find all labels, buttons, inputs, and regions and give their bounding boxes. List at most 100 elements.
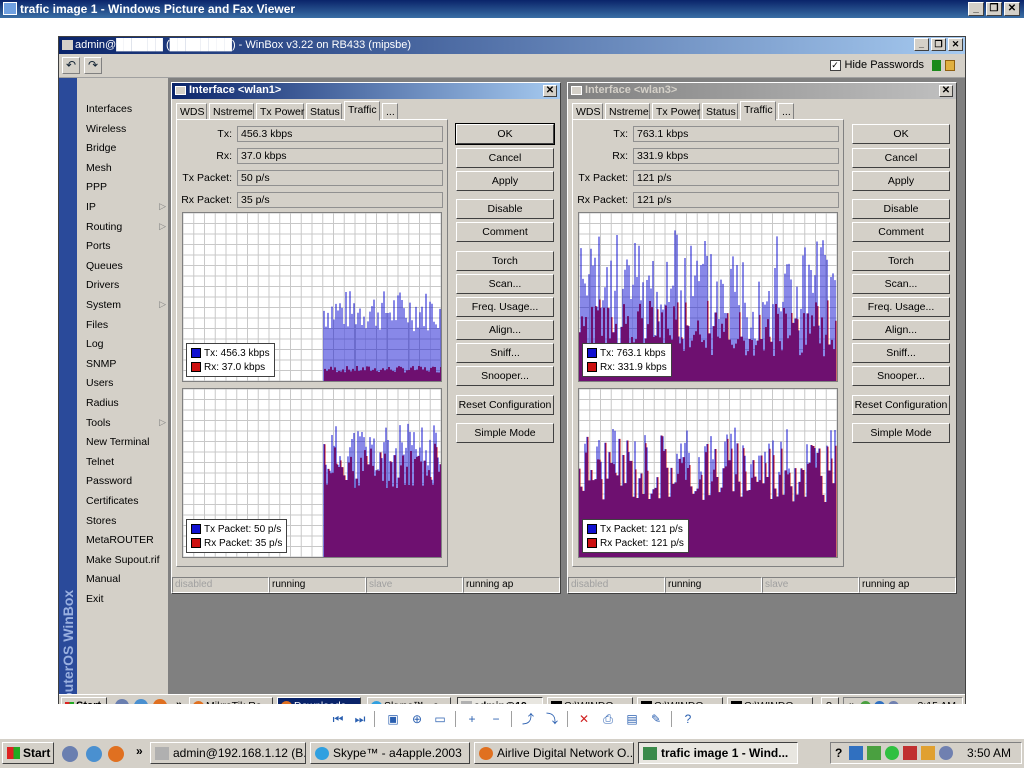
rotate-clockwise-icon[interactable]: ⤴	[519, 710, 537, 728]
torch-button[interactable]: Torch	[456, 251, 554, 271]
menu-item-queues[interactable]: Queues	[86, 260, 166, 272]
cancel-button[interactable]: Cancel	[456, 148, 554, 168]
simple-mode-button[interactable]: Simple Mode	[456, 423, 554, 443]
tab-wds[interactable]: WDS	[572, 103, 603, 120]
cancel-button[interactable]: Cancel	[852, 148, 950, 168]
torch-button[interactable]: Torch	[852, 251, 950, 271]
close-button[interactable]: ✕	[1004, 2, 1020, 16]
redo-button[interactable]: ↷	[84, 57, 102, 74]
next-image-icon[interactable]: ⏭	[351, 710, 369, 728]
align-button[interactable]: Align...	[456, 320, 554, 340]
menu-item-system[interactable]: System ▷	[86, 299, 166, 311]
menu-item-users[interactable]: Users	[86, 377, 166, 389]
zoom-out-icon[interactable]: −	[487, 710, 505, 728]
disable-button[interactable]: Disable	[456, 199, 554, 219]
minimize-button[interactable]: _	[968, 2, 984, 16]
comment-button[interactable]: Comment	[852, 222, 950, 242]
menu-item-interfaces[interactable]: Interfaces	[86, 103, 166, 115]
snooper-button[interactable]: Snooper...	[456, 366, 554, 386]
menu-item-ip[interactable]: IP ▷	[86, 201, 166, 213]
help-icon[interactable]: ?	[679, 710, 697, 728]
dialog-close-button[interactable]: ✕	[543, 85, 557, 97]
menu-item-bridge[interactable]: Bridge	[86, 142, 166, 154]
restore-button[interactable]: ❐	[986, 2, 1002, 16]
print-icon[interactable]: ⎙	[599, 710, 617, 728]
best-fit-icon[interactable]: ▣	[384, 710, 402, 728]
menu-item-snmp[interactable]: SNMP	[86, 358, 166, 370]
menu-item-manual[interactable]: Manual	[86, 573, 166, 585]
menu-item-routing[interactable]: Routing ▷	[86, 221, 166, 233]
menu-item-tools[interactable]: Tools ▷	[86, 417, 166, 429]
tab-more[interactable]: ...	[778, 103, 794, 120]
security-icon[interactable]	[885, 746, 899, 760]
menu-item-certificates[interactable]: Certificates	[86, 495, 166, 507]
scan-button[interactable]: Scan...	[852, 274, 950, 294]
menu-item-ppp[interactable]: PPP	[86, 181, 166, 193]
menu-item-log[interactable]: Log	[86, 338, 166, 350]
freq-usage-button[interactable]: Freq. Usage...	[852, 297, 950, 317]
align-button[interactable]: Align...	[852, 320, 950, 340]
sniff-button[interactable]: Sniff...	[852, 343, 950, 363]
tab-traffic[interactable]: Traffic	[740, 101, 776, 121]
winbox-minimize-button[interactable]: _	[914, 38, 929, 51]
menu-item-new-terminal[interactable]: New Terminal	[86, 436, 166, 448]
ie-icon[interactable]	[86, 746, 102, 762]
winbox-restore-button[interactable]: ❐	[931, 38, 946, 51]
freq-usage-button[interactable]: Freq. Usage...	[456, 297, 554, 317]
snooper-button[interactable]: Snooper...	[852, 366, 950, 386]
reset-configuration-button[interactable]: Reset Configuration	[852, 395, 950, 415]
apply-button[interactable]: Apply	[456, 171, 554, 191]
start-button[interactable]: Start	[2, 742, 54, 764]
quicklaunch-icon[interactable]	[62, 746, 78, 762]
apply-button[interactable]: Apply	[852, 171, 950, 191]
sniff-button[interactable]: Sniff...	[456, 343, 554, 363]
simple-mode-button[interactable]: Simple Mode	[852, 423, 950, 443]
menu-item-password[interactable]: Password	[86, 475, 166, 487]
delete-icon[interactable]: ✕	[575, 710, 593, 728]
menu-item-radius[interactable]: Radius	[86, 397, 166, 409]
menu-item-stores[interactable]: Stores	[86, 515, 166, 527]
reset-configuration-button[interactable]: Reset Configuration	[456, 395, 554, 415]
tab-nstreme[interactable]: Nstreme	[605, 103, 650, 120]
menu-item-mesh[interactable]: Mesh	[86, 162, 166, 174]
tray-icon[interactable]	[921, 746, 935, 760]
task-picture-viewer[interactable]: trafic image 1 - Wind...	[638, 742, 798, 764]
task-airlive[interactable]: Airlive Digital Network O...	[474, 742, 634, 764]
winbox-close-button[interactable]: ✕	[948, 38, 963, 51]
menu-item-drivers[interactable]: Drivers	[86, 279, 166, 291]
tab-traffic[interactable]: Traffic	[344, 101, 380, 121]
rotate-counterclockwise-icon[interactable]: ⤵	[543, 710, 561, 728]
slideshow-icon[interactable]: ▭	[431, 710, 449, 728]
disable-button[interactable]: Disable	[852, 199, 950, 219]
task-winbox[interactable]: admin@192.168.1.12 (B...	[150, 742, 306, 764]
tab-status[interactable]: Status	[702, 103, 738, 120]
menu-item-metarouter[interactable]: MetaROUTER	[86, 534, 166, 546]
tab-tx-power[interactable]: Tx Power	[256, 103, 304, 120]
network-icon[interactable]	[849, 746, 863, 760]
firefox-icon[interactable]	[108, 746, 124, 762]
undo-button[interactable]: ↶	[62, 57, 80, 74]
scan-button[interactable]: Scan...	[456, 274, 554, 294]
tab-tx-power[interactable]: Tx Power	[652, 103, 700, 120]
menu-item-telnet[interactable]: Telnet	[86, 456, 166, 468]
help-icon[interactable]: ?	[835, 746, 842, 760]
tray-icon[interactable]	[867, 746, 881, 760]
task-skype[interactable]: Skype™ - a4apple.2003	[310, 742, 470, 764]
tray-icon[interactable]	[939, 746, 953, 760]
tab-wds[interactable]: WDS	[176, 103, 207, 120]
menu-item-exit[interactable]: Exit	[86, 593, 166, 605]
antivirus-icon[interactable]	[903, 746, 917, 760]
tab-status[interactable]: Status	[306, 103, 342, 120]
tab-nstreme[interactable]: Nstreme	[209, 103, 254, 120]
copy-to-icon[interactable]: ▤	[623, 710, 641, 728]
actual-size-icon[interactable]: ⊕	[408, 710, 426, 728]
open-for-editing-icon[interactable]: ✎	[647, 710, 665, 728]
hide-passwords-checkbox[interactable]: ✓	[829, 59, 841, 71]
quicklaunch-more[interactable]: »	[136, 744, 143, 758]
ok-button[interactable]: OK	[455, 123, 555, 145]
menu-item-files[interactable]: Files	[86, 319, 166, 331]
menu-item-ports[interactable]: Ports	[86, 240, 166, 252]
dialog-close-button[interactable]: ✕	[939, 85, 953, 97]
ok-button[interactable]: OK	[852, 124, 950, 144]
previous-image-icon[interactable]: ⏮	[329, 710, 347, 728]
